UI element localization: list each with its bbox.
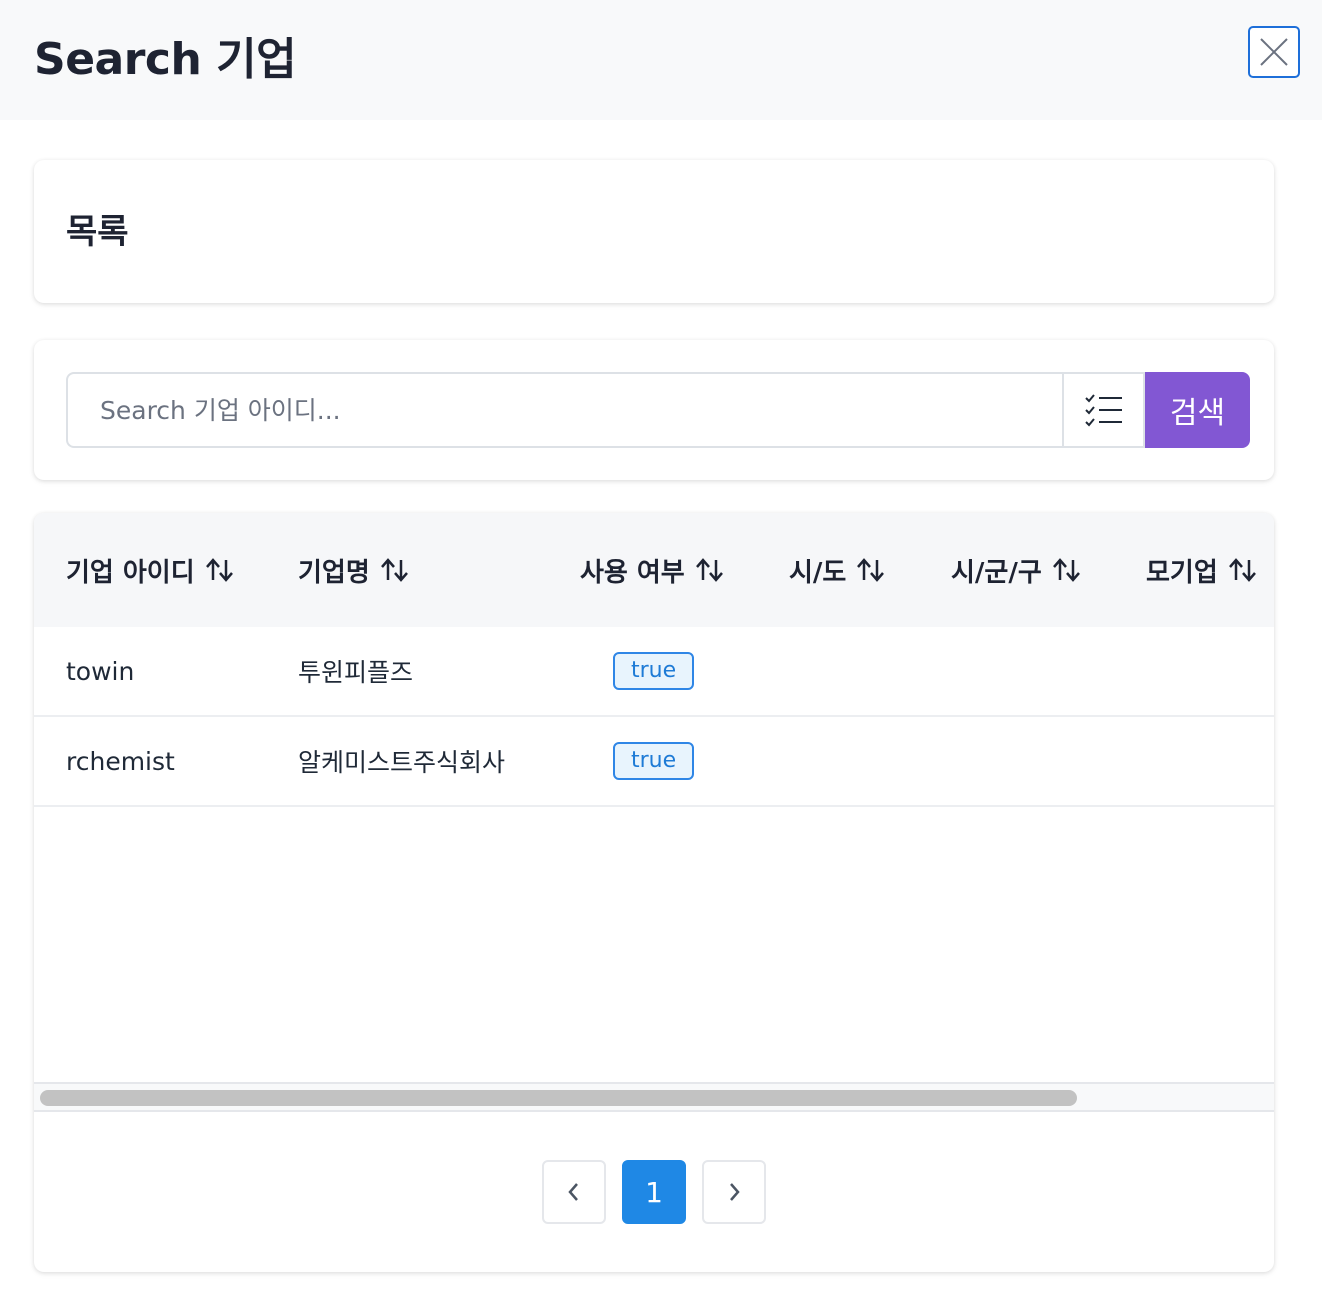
sort-icon [205, 557, 235, 583]
cell-active: true [613, 717, 695, 805]
next-page-button[interactable] [702, 1160, 766, 1224]
column-header-label: 시/도 [789, 557, 847, 588]
table-row[interactable]: rchemist 알케미스트주식회사 true [34, 717, 1274, 807]
list-title-card: 목록 [34, 160, 1274, 303]
column-header-label: 기업명 [298, 557, 370, 588]
cell-company-name: 알케미스트주식회사 [298, 748, 506, 777]
close-icon [1260, 38, 1288, 66]
cell-active: true [613, 627, 695, 715]
column-header-label: 시/군/구 [951, 557, 1042, 588]
sort-icon [1228, 557, 1258, 583]
status-badge: true [613, 742, 695, 780]
cell-company-id: towin [66, 656, 135, 686]
filter-button[interactable] [1062, 372, 1145, 448]
cell-company-name: 투윈피플즈 [298, 658, 414, 687]
column-header-company-id[interactable]: 기업 아이디 [66, 513, 235, 627]
chevron-left-icon [568, 1183, 578, 1201]
search-button[interactable]: 검색 [1145, 372, 1250, 448]
status-badge: true [613, 652, 695, 690]
search-card: 검색 [34, 340, 1274, 480]
sort-icon [1052, 557, 1082, 583]
cell-company-id: rchemist [66, 746, 175, 776]
sort-icon [380, 557, 410, 583]
column-header-active[interactable]: 사용 여부 [580, 513, 725, 627]
table-card: 기업 아이디 기업명 사용 여부 시/도 시/군/구 모기업 towin 투윈피… [34, 513, 1274, 1272]
table-header: 기업 아이디 기업명 사용 여부 시/도 시/군/구 모기업 [34, 513, 1274, 627]
page-button-current[interactable]: 1 [622, 1160, 686, 1224]
close-button[interactable] [1248, 26, 1300, 78]
search-input[interactable] [66, 372, 1062, 448]
horizontal-scrollbar[interactable] [34, 1082, 1274, 1112]
checklist-icon [1084, 394, 1122, 427]
column-header-company-name[interactable]: 기업명 [298, 513, 410, 627]
column-header-parent[interactable]: 모기업 [1146, 513, 1258, 627]
dialog-title: Search 기업 [34, 34, 297, 85]
prev-page-button[interactable] [542, 1160, 606, 1224]
list-title: 목록 [66, 212, 129, 252]
scrollbar-thumb[interactable] [40, 1090, 1077, 1106]
column-header-label: 사용 여부 [580, 557, 685, 588]
column-header-label: 기업 아이디 [66, 557, 195, 588]
column-header-label: 모기업 [1146, 557, 1218, 588]
column-header-sido[interactable]: 시/도 [789, 513, 886, 627]
chevron-right-icon [730, 1183, 740, 1201]
sort-icon [695, 557, 725, 583]
table-row[interactable]: towin 투윈피플즈 true [34, 627, 1274, 717]
sort-icon [856, 557, 886, 583]
column-header-sigungu[interactable]: 시/군/구 [951, 513, 1082, 627]
dialog-header: Search 기업 [0, 0, 1322, 120]
